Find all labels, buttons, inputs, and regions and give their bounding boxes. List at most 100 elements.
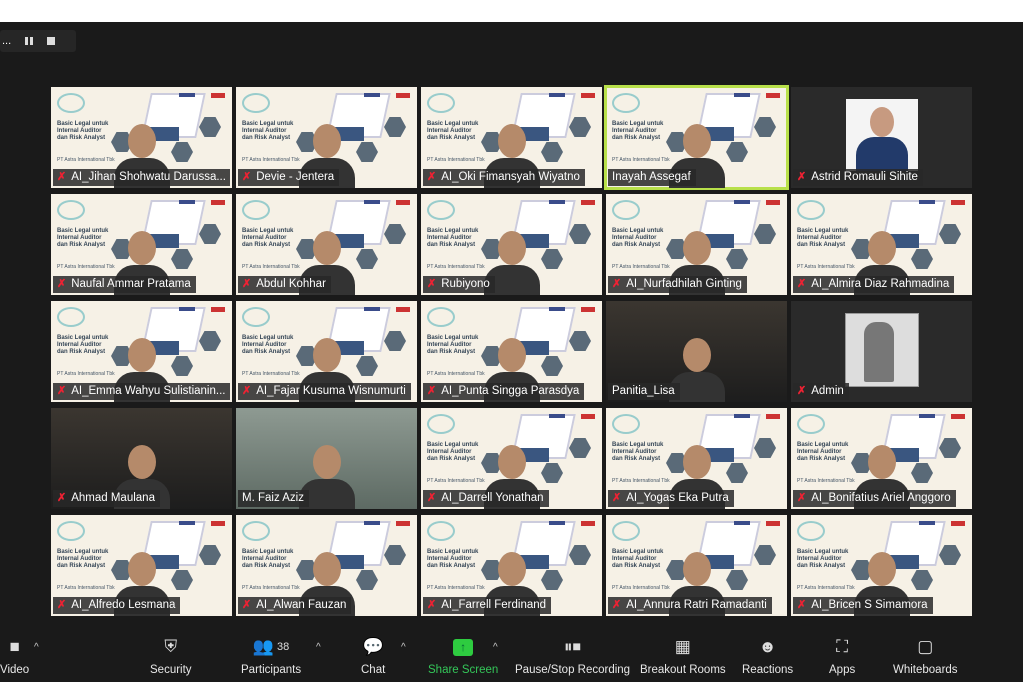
- sponsor-logo: [581, 93, 595, 98]
- slide-title: Basic Legal untuk Internal Auditor dan R…: [427, 228, 479, 248]
- participant-tile[interactable]: ✗ Astrid Romauli Sihite: [791, 87, 972, 188]
- participant-tile[interactable]: Basic Legal untuk Internal Auditor dan R…: [236, 194, 417, 295]
- astra-logo: [734, 200, 750, 204]
- participant-tile[interactable]: Basic Legal untuk Internal Auditor dan R…: [606, 194, 787, 295]
- participant-tile[interactable]: Basic Legal untuk Internal Auditor dan R…: [51, 194, 232, 295]
- participants-caret-icon[interactable]: ^: [316, 642, 321, 653]
- participant-tile[interactable]: Basic Legal untuk Internal Auditor dan R…: [791, 408, 972, 509]
- hexagon-shape: [541, 249, 563, 269]
- muted-mic-icon: ✗: [242, 278, 252, 290]
- participant-tile[interactable]: Basic Legal untuk Internal Auditor dan R…: [421, 515, 602, 616]
- slide-title: Basic Legal untuk Internal Auditor dan R…: [57, 228, 109, 248]
- participant-name-tag: ✗ AI_Darrell Yonathan: [423, 490, 549, 507]
- slide-organization: PT Astra International Tbk: [797, 585, 855, 591]
- whiteboard-icon: ▢: [917, 637, 934, 656]
- participant-tile[interactable]: ✗ Admin: [791, 301, 972, 402]
- slide-title: Basic Legal untuk Internal Auditor dan R…: [427, 442, 479, 462]
- muted-mic-icon: ✗: [242, 385, 252, 397]
- participant-name-tag: ✗ Devie - Jentera: [238, 169, 340, 186]
- event-logo: [57, 93, 85, 113]
- participant-name-tag: ✗ Naufal Ammar Pratama: [53, 276, 196, 293]
- participant-tile[interactable]: M. Faiz Aziz: [236, 408, 417, 509]
- participant-tile[interactable]: Basic Legal untuk Internal Auditor dan R…: [604, 85, 789, 190]
- hexagon-shape: [384, 224, 406, 244]
- participant-name: Panitia_Lisa: [612, 385, 675, 397]
- apps-button[interactable]: ⛶ Apps: [829, 636, 855, 676]
- chat-button[interactable]: 💬 Chat: [361, 636, 385, 676]
- share-screen-button[interactable]: ↑ Share Screen: [428, 636, 498, 676]
- participant-tile[interactable]: Basic Legal untuk Internal Auditor dan R…: [606, 515, 787, 616]
- chat-caret-icon[interactable]: ^: [401, 642, 406, 653]
- hexagon-shape: [356, 249, 378, 269]
- event-logo: [612, 521, 640, 541]
- slide-title: Basic Legal untuk Internal Auditor dan R…: [427, 121, 479, 141]
- sponsor-logo: [951, 521, 965, 526]
- muted-mic-icon: ✗: [797, 278, 807, 290]
- security-label: Security: [150, 664, 192, 676]
- security-button[interactable]: ⛨ Security: [150, 636, 192, 676]
- participant-tile[interactable]: Basic Legal untuk Internal Auditor dan R…: [236, 87, 417, 188]
- event-logo: [427, 414, 455, 434]
- participant-tile[interactable]: Basic Legal untuk Internal Auditor dan R…: [421, 87, 602, 188]
- participant-name: AI_Almira Diaz Rahmadina: [811, 278, 950, 290]
- participant-tile[interactable]: Basic Legal untuk Internal Auditor dan R…: [421, 301, 602, 402]
- whiteboards-button[interactable]: ▢ Whiteboards: [893, 636, 958, 676]
- profile-picture: [845, 313, 919, 387]
- astra-logo: [919, 521, 935, 525]
- participant-tile[interactable]: Basic Legal untuk Internal Auditor dan R…: [51, 301, 232, 402]
- reactions-button[interactable]: ☻ Reactions: [742, 636, 793, 676]
- participant-tile[interactable]: Basic Legal untuk Internal Auditor dan R…: [791, 194, 972, 295]
- breakout-rooms-button[interactable]: ▦ Breakout Rooms: [640, 636, 726, 676]
- participant-name: Inayah Assegaf: [612, 171, 691, 183]
- share-caret-icon[interactable]: ^: [493, 642, 498, 653]
- slide-title: Basic Legal untuk Internal Auditor dan R…: [427, 335, 479, 355]
- slide-title: Basic Legal untuk Internal Auditor dan R…: [612, 549, 664, 569]
- slide-organization: PT Astra International Tbk: [57, 157, 115, 163]
- participant-tile[interactable]: Basic Legal untuk Internal Auditor dan R…: [236, 515, 417, 616]
- muted-mic-icon: ✗: [427, 599, 437, 611]
- participants-icon: 👥 38: [252, 637, 290, 656]
- astra-logo: [179, 93, 195, 97]
- participant-name-tag: ✗ AI_Alwan Fauzan: [238, 597, 352, 614]
- sponsor-logo: [766, 414, 780, 419]
- astra-logo: [549, 521, 565, 525]
- participant-tile[interactable]: ✗ Ahmad Maulana: [51, 408, 232, 509]
- participant-tile[interactable]: Panitia_Lisa: [606, 301, 787, 402]
- stop-recording-icon[interactable]: [47, 37, 56, 45]
- event-logo: [427, 200, 455, 220]
- participant-name: AI_Fajar Kusuma Wisnumurti: [256, 385, 406, 397]
- participant-name-tag: ✗ AI_Fajar Kusuma Wisnumurti: [238, 383, 411, 400]
- participant-tile[interactable]: Basic Legal untuk Internal Auditor dan R…: [791, 515, 972, 616]
- participant-tile[interactable]: Basic Legal untuk Internal Auditor dan R…: [606, 408, 787, 509]
- muted-mic-icon: ✗: [797, 492, 807, 504]
- participant-tile[interactable]: Basic Legal untuk Internal Auditor dan R…: [51, 515, 232, 616]
- participant-tile[interactable]: Basic Legal untuk Internal Auditor dan R…: [236, 301, 417, 402]
- slide-organization: PT Astra International Tbk: [57, 585, 115, 591]
- hexagon-shape: [384, 331, 406, 351]
- slide-organization: PT Astra International Tbk: [612, 264, 670, 270]
- sponsor-logo: [581, 307, 595, 312]
- event-logo: [57, 307, 85, 327]
- participant-tile[interactable]: Basic Legal untuk Internal Auditor dan R…: [51, 87, 232, 188]
- hexagon-shape: [726, 463, 748, 483]
- apps-icon: ⛶: [836, 637, 849, 656]
- video-options-caret-icon[interactable]: ^: [34, 642, 39, 653]
- participant-tile[interactable]: Basic Legal untuk Internal Auditor dan R…: [421, 194, 602, 295]
- muted-mic-icon: ✗: [612, 278, 622, 290]
- event-logo: [797, 414, 825, 434]
- top-bar: [0, 0, 1023, 22]
- participant-name-tag: ✗ Admin: [793, 383, 849, 400]
- participant-name: AI_Alfredo Lesmana: [71, 599, 176, 611]
- hexagon-shape: [541, 356, 563, 376]
- pause-recording-icon[interactable]: [25, 37, 34, 45]
- muted-mic-icon: ✗: [427, 278, 437, 290]
- video-button[interactable]: ■ Video: [0, 636, 29, 676]
- participant-name: AI_Yogas Eka Putra: [626, 492, 729, 504]
- participants-button[interactable]: 👥 38 Participants: [241, 636, 301, 676]
- hexagon-shape: [199, 545, 221, 565]
- pause-stop-recording-button[interactable]: ⏸⏹ Pause/Stop Recording: [515, 636, 630, 676]
- muted-mic-icon: ✗: [57, 171, 67, 183]
- hexagon-shape: [939, 438, 961, 458]
- participant-tile[interactable]: Basic Legal untuk Internal Auditor dan R…: [421, 408, 602, 509]
- event-logo: [427, 521, 455, 541]
